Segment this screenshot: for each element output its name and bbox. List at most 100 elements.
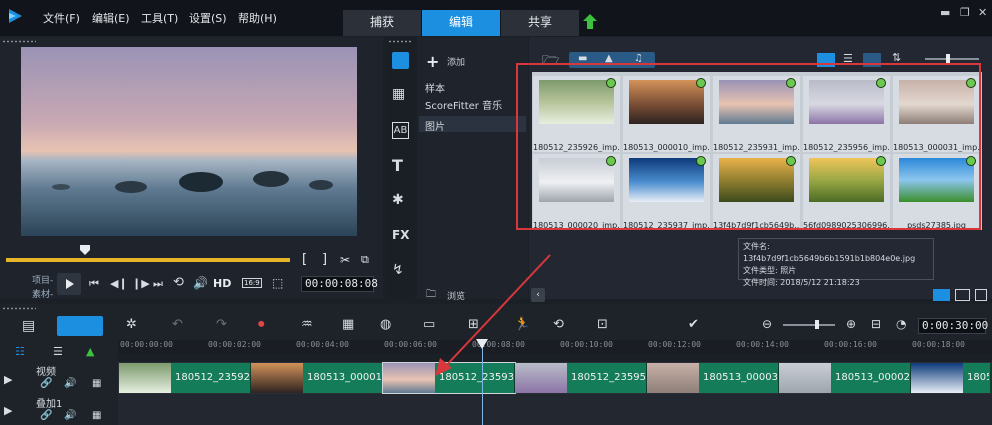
link-icon[interactable]: 🔗 xyxy=(40,410,52,421)
fx-filter-icon[interactable]: FX xyxy=(392,228,409,245)
mixer-icon[interactable]: ▦ xyxy=(342,317,354,332)
menu-settings[interactable]: 设置(S) xyxy=(189,10,227,26)
record-icon[interactable]: ⏺ xyxy=(258,317,265,332)
path-icon[interactable]: ↯ xyxy=(392,262,409,279)
zoom-slider[interactable] xyxy=(925,58,979,60)
timeline-view-icon[interactable] xyxy=(57,316,103,336)
track-volume-icon[interactable]: 🔊 xyxy=(64,410,76,421)
screen-icon[interactable]: ⊡ xyxy=(597,317,608,332)
project-mode-label[interactable]: 项目- xyxy=(32,273,53,286)
ruler-tick: 00:00:02:00 xyxy=(208,340,261,349)
title-icon[interactable]: T xyxy=(392,156,409,175)
layout-view-icon[interactable] xyxy=(975,289,987,301)
mark-out-icon[interactable]: ] xyxy=(322,252,327,267)
menu-tools[interactable]: 工具(T) xyxy=(141,10,178,26)
audio-icon[interactable]: ♒ xyxy=(301,317,313,332)
next-frame-icon[interactable]: ❙▶ xyxy=(132,277,150,290)
ruler-tick: 00:00:18:00 xyxy=(912,340,965,349)
ripple-icon[interactable]: ▦ xyxy=(92,378,101,389)
clip-thumbnail xyxy=(779,363,831,393)
zoom-in-icon[interactable]: ⊕ xyxy=(846,317,856,331)
previous-frame-icon[interactable]: ◀❙ xyxy=(110,277,128,290)
clip-mode-label[interactable]: 素材- xyxy=(32,287,53,300)
layout-view-icon[interactable] xyxy=(955,289,970,301)
resize-icon[interactable]: ⬚ xyxy=(272,276,283,290)
video-track-label: 视频 xyxy=(36,367,56,378)
timeline-clip[interactable]: 180513_000010_imp xyxy=(251,363,383,393)
timeline-clip[interactable]: 180513_000031_imp xyxy=(647,363,779,393)
ruler-tick: 00:00:00:00 xyxy=(120,340,173,349)
add-track-icon[interactable]: ▲ xyxy=(86,345,94,358)
enlarge-icon[interactable]: ⧉ xyxy=(361,253,369,267)
mask-icon[interactable]: ◍ xyxy=(380,317,391,332)
repeat-icon[interactable]: ⟲ xyxy=(173,275,184,290)
clip-label: 180513_000020_imp xyxy=(835,372,909,383)
menu-file[interactable]: 文件(F) xyxy=(43,10,80,26)
hd-button[interactable]: HD xyxy=(213,277,231,290)
ruler-tick: 00:00:10:00 xyxy=(560,340,613,349)
overlay-track-label: 叠加1 xyxy=(36,399,63,410)
tab-edit[interactable]: 编辑 xyxy=(422,10,500,36)
link-icon[interactable]: 🔗 xyxy=(40,378,52,389)
ripple-icon[interactable]: ▦ xyxy=(92,410,101,421)
upload-arrow-icon[interactable] xyxy=(583,14,597,30)
storyboard-view-icon[interactable]: ▤ xyxy=(22,318,35,334)
scrubber-handle-icon[interactable] xyxy=(80,245,90,255)
timeline-grip[interactable] xyxy=(2,307,36,310)
layout-view-icon[interactable] xyxy=(933,289,950,301)
aspect-ratio-button[interactable]: 16:9 xyxy=(242,278,262,288)
app-logo-icon xyxy=(9,9,22,23)
timeline-zoom-handle[interactable] xyxy=(815,320,819,329)
minimize-icon[interactable]: ▬ xyxy=(940,6,950,19)
library-grip[interactable] xyxy=(388,40,412,43)
timeline-clip[interactable]: 180512_235926_imp xyxy=(119,363,251,393)
scrub-bar[interactable] xyxy=(6,258,290,262)
clip-label: 180513_000031_imp xyxy=(703,372,777,383)
timeline-clip[interactable]: 180513_000020_imp xyxy=(779,363,911,393)
tab-capture[interactable]: 捕获 xyxy=(343,10,421,36)
clip-thumbnail xyxy=(119,363,171,393)
add-icon[interactable]: + xyxy=(426,52,439,71)
instant-project-icon[interactable]: ▦ xyxy=(392,86,409,103)
timeline-zoom-slider[interactable] xyxy=(783,324,835,326)
category-item[interactable]: 样本 xyxy=(425,80,445,95)
zoom-out-icon[interactable]: ⊖ xyxy=(762,317,772,331)
redo-icon[interactable]: ↷ xyxy=(216,317,227,332)
restore-icon[interactable]: ❐ xyxy=(960,6,970,19)
scissors-icon[interactable]: ✂ xyxy=(340,253,350,267)
tooltip-filetime: 文件时间: 2018/5/12 21:18:23 xyxy=(743,278,860,287)
enhance-icon[interactable]: ✔ xyxy=(688,317,699,332)
track-manager-icon[interactable]: ☷ xyxy=(15,345,25,358)
fit-icon[interactable]: ⊟ xyxy=(871,317,881,331)
clock-icon: ◔ xyxy=(896,317,907,331)
panel-grip[interactable] xyxy=(2,40,36,43)
home-icon[interactable]: ⏮ xyxy=(89,277,99,291)
undo-icon[interactable]: ↶ xyxy=(172,317,183,332)
tab-share[interactable]: 共享 xyxy=(501,10,579,36)
media-icon[interactable] xyxy=(392,52,409,69)
add-button[interactable]: 添加 xyxy=(447,55,465,68)
play-button[interactable] xyxy=(57,273,81,295)
menu-edit[interactable]: 编辑(E) xyxy=(92,10,130,26)
volume-icon[interactable]: 🔊 xyxy=(193,276,208,290)
play-icon xyxy=(66,279,74,289)
timeline-timecode[interactable]: 0:00:30:00 xyxy=(918,318,988,334)
menu-help[interactable]: 帮助(H) xyxy=(238,10,277,26)
mark-in-icon[interactable]: [ xyxy=(302,252,307,267)
graphics-icon[interactable]: ✱ xyxy=(392,192,409,209)
clip-label: 180512_235926_imp xyxy=(175,372,249,383)
end-icon[interactable]: ⏭ xyxy=(153,277,163,291)
category-item[interactable]: ScoreFitter 音乐 xyxy=(425,97,502,112)
tools-icon[interactable]: ✲ xyxy=(126,317,137,332)
timeline-clip[interactable]: 180513 xyxy=(911,363,991,393)
zoom-slider-handle[interactable] xyxy=(946,54,950,63)
transition-icon[interactable]: AB xyxy=(392,122,409,139)
overlay-track[interactable] xyxy=(118,394,992,425)
track-volume-icon[interactable]: 🔊 xyxy=(64,378,76,389)
ruler-tick: 00:00:14:00 xyxy=(736,340,789,349)
close-icon[interactable]: ✕ xyxy=(978,6,987,19)
track-options-icon[interactable]: ☰ xyxy=(53,345,63,358)
category-item[interactable]: 图片 xyxy=(425,118,445,133)
video-track-icon: ▶ xyxy=(4,373,13,386)
timecode-display[interactable]: 00:00:08:08 xyxy=(301,276,378,292)
